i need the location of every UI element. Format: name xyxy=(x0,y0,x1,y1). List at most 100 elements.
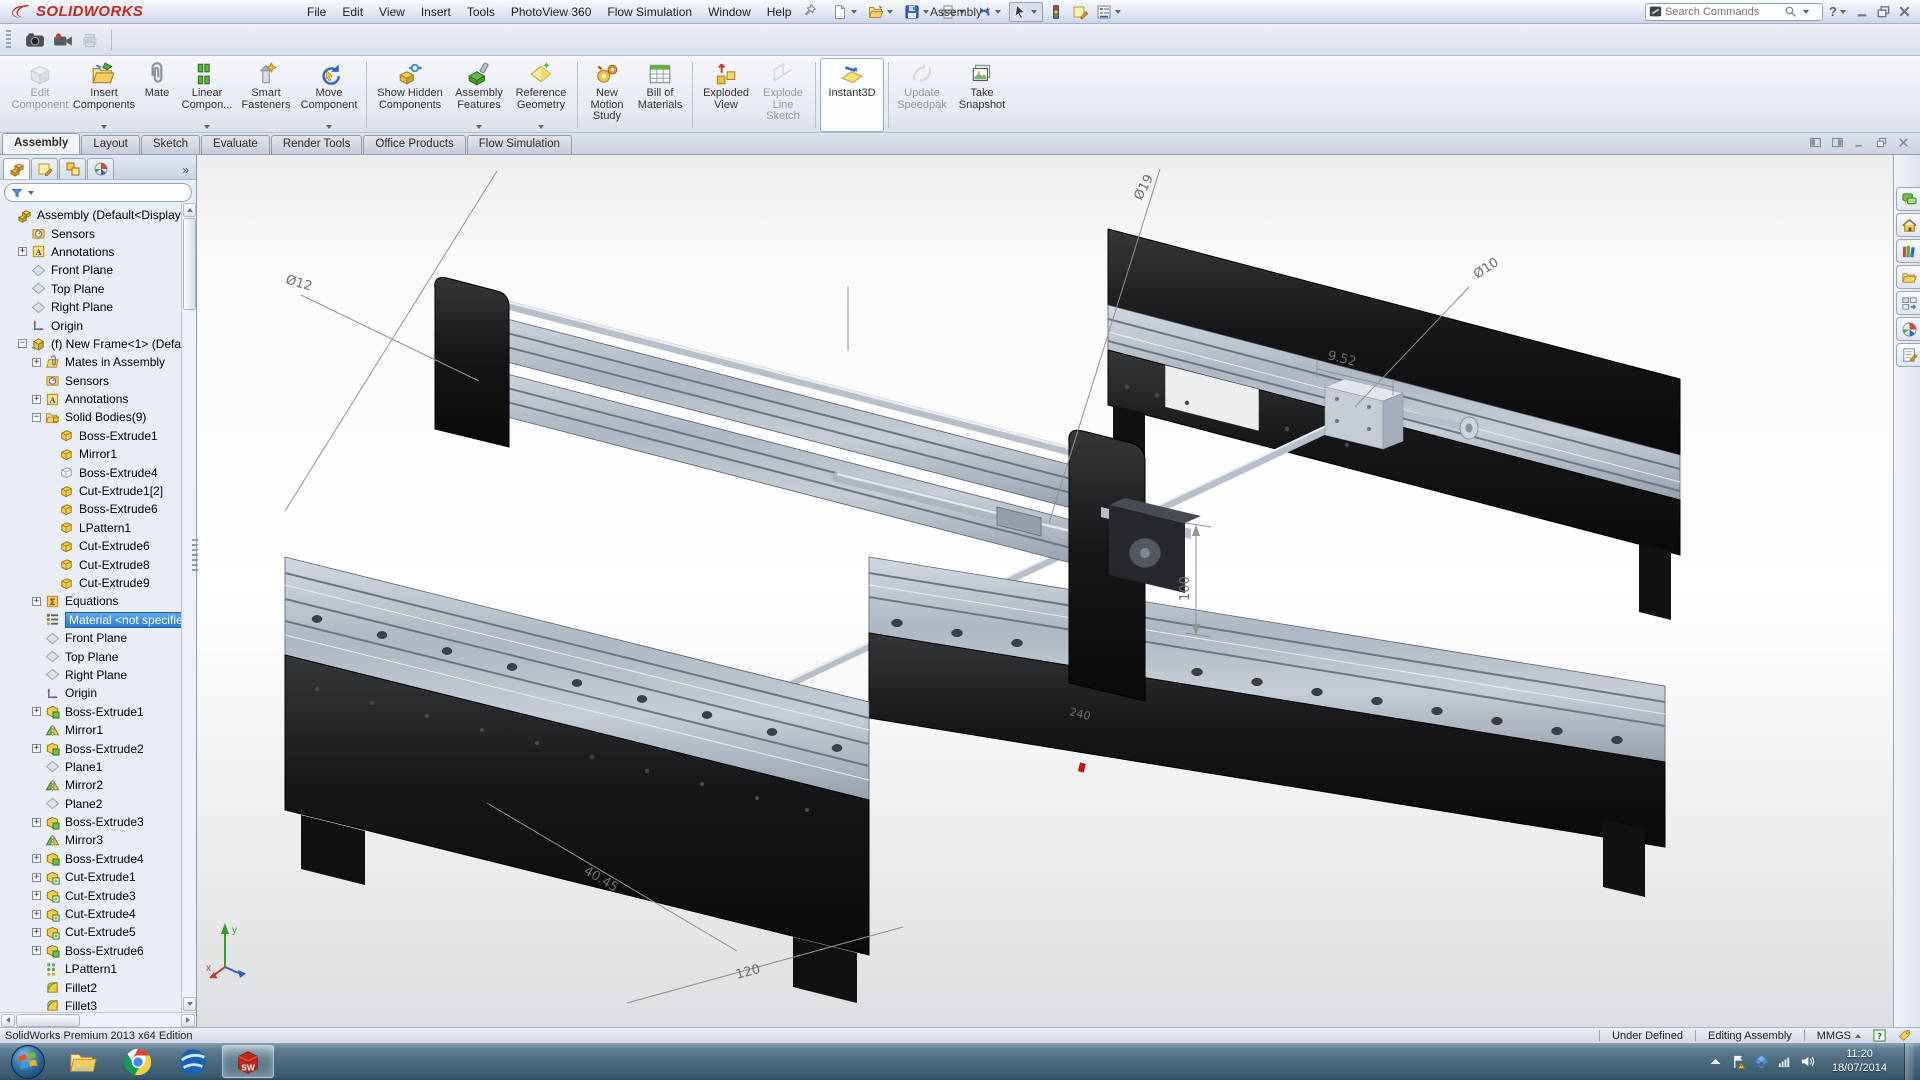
pane-right-icon[interactable] xyxy=(1831,136,1844,149)
tree-item-sensors[interactable]: Sensors xyxy=(0,224,196,242)
taskpane-tp-props[interactable] xyxy=(1896,343,1920,367)
doc-close-icon[interactable] xyxy=(1897,136,1910,149)
expand-plus-box[interactable]: + xyxy=(32,910,41,919)
tree-item-front-plane[interactable]: Front Plane xyxy=(0,629,196,647)
expand-minus-box[interactable]: − xyxy=(32,413,41,422)
tree-item-sensors[interactable]: Sensors xyxy=(0,372,196,390)
tree-item-boss-extrude1[interactable]: Boss-Extrude1 xyxy=(0,427,196,445)
tree-item-solid-bodies-9[interactable]: −Solid Bodies(9) xyxy=(0,408,196,426)
expand-plus-box[interactable]: + xyxy=(32,358,41,367)
minimize-button[interactable] xyxy=(1855,4,1870,19)
ribbon-edit-component[interactable]: Edit Component xyxy=(8,58,72,132)
tree-item-annotations[interactable]: +AAnnotations xyxy=(0,243,196,261)
tree-item-f-new-frame-1-defau[interactable]: −(f) New Frame<1> (Defau xyxy=(0,335,196,353)
expand-plus-box[interactable]: + xyxy=(32,854,41,863)
units-selector[interactable]: MMGS xyxy=(1817,1030,1861,1042)
expand-plus-box[interactable]: + xyxy=(32,891,41,900)
tree-item-boss-extrude1[interactable]: +Boss-Extrude1 xyxy=(0,703,196,721)
expand-plus-box[interactable]: + xyxy=(32,928,41,937)
tree-item-boss-extrude6[interactable]: +Boss-Extrude6 xyxy=(0,942,196,960)
taskbar-start-orb[interactable] xyxy=(2,1045,54,1078)
tab-assembly[interactable]: Assembly xyxy=(2,133,80,154)
ribbon-linear-compon-caret[interactable] xyxy=(204,125,210,129)
tree-item-plane1[interactable]: Plane1 xyxy=(0,758,196,776)
taskpane-tp-forum[interactable] xyxy=(1896,187,1920,211)
tab-feature-manager[interactable] xyxy=(3,158,30,179)
doc-restore-icon[interactable] xyxy=(1875,136,1888,149)
menu-help[interactable]: Help xyxy=(759,3,800,21)
tray-volume-icon[interactable] xyxy=(1800,1054,1815,1069)
ribbon-move-component[interactable]: Move Component xyxy=(296,58,362,132)
expand-plus-box[interactable]: + xyxy=(32,873,41,882)
open-doc-button[interactable] xyxy=(865,2,899,22)
tab-office-products[interactable]: Office Products xyxy=(363,135,465,154)
ribbon-assembly-features-caret[interactable] xyxy=(476,125,482,129)
tree-item-cut-extrude3[interactable]: +Cut-Extrude3 xyxy=(0,886,196,904)
tray-network-icon[interactable] xyxy=(1777,1054,1792,1069)
tree-item-mirror1[interactable]: Mirror1 xyxy=(0,721,196,739)
tree-item-mates-in-assembly[interactable]: +Mates in Assembly xyxy=(0,353,196,371)
taskpane-tp-library[interactable] xyxy=(1896,239,1920,263)
manager-tabs-overflow[interactable]: » xyxy=(182,163,193,179)
menu-edit[interactable]: Edit xyxy=(334,3,371,21)
tree-item-right-plane[interactable]: Right Plane xyxy=(0,298,196,316)
tree-item-top-plane[interactable]: Top Plane xyxy=(0,280,196,298)
taskpane-tp-home[interactable] xyxy=(1896,213,1920,237)
3d-model-view[interactable]: Ø12 Ø19 Ø10 9.52 100 240 40.45 120 xyxy=(197,155,1893,1027)
file-props-button[interactable] xyxy=(1069,2,1091,22)
rebuild-button[interactable] xyxy=(1045,2,1067,22)
tree-item-boss-extrude3[interactable]: +Boss-Extrude3 xyxy=(0,813,196,831)
ribbon-instant3d[interactable]: Instant3D xyxy=(820,58,884,132)
tab-sketch[interactable]: Sketch xyxy=(141,135,200,154)
tree-item-material-not-specifie[interactable]: Material <not specifie xyxy=(0,611,196,629)
tab-property-manager[interactable] xyxy=(31,158,58,179)
vscroll-thumb[interactable] xyxy=(183,218,196,310)
ribbon-update-speedpak[interactable]: Update Speedpak xyxy=(893,58,951,132)
ribbon-reference-geometry-caret[interactable] xyxy=(538,125,544,129)
hscroll-thumb[interactable] xyxy=(16,1014,80,1027)
video-capture-icon[interactable] xyxy=(53,32,73,48)
tab-configuration-manager[interactable] xyxy=(59,158,86,179)
menu-view[interactable]: View xyxy=(371,3,413,21)
taskbar-earth-app[interactable] xyxy=(167,1045,219,1078)
search-dropdown-caret[interactable] xyxy=(1803,10,1809,14)
close-button[interactable] xyxy=(1897,4,1912,19)
expand-plus-box[interactable]: + xyxy=(18,247,27,256)
help-button[interactable]: ? xyxy=(1829,4,1849,19)
tree-filter[interactable] xyxy=(4,183,192,202)
taskbar-solidworks-app[interactable]: SW xyxy=(222,1045,274,1078)
ribbon-reference-geometry[interactable]: Reference Geometry xyxy=(509,58,573,132)
ribbon-explode-line-sketch[interactable]: Explode Line Sketch xyxy=(755,58,811,132)
ribbon-exploded-view[interactable]: Exploded View xyxy=(697,58,755,132)
select-cursor-dropdown-caret[interactable] xyxy=(1031,10,1037,14)
tree-item-origin[interactable]: Origin xyxy=(0,684,196,702)
tree-item-boss-extrude2[interactable]: +Boss-Extrude2 xyxy=(0,739,196,757)
undo-dropdown-caret[interactable] xyxy=(995,10,1001,14)
ribbon-mate[interactable]: Mate xyxy=(136,58,178,132)
tree-item-mirror1[interactable]: Mirror1 xyxy=(0,445,196,463)
graphics-viewport[interactable]: Ø12 Ø19 Ø10 9.52 100 240 40.45 120 xyxy=(197,155,1893,1027)
ribbon-smart-fasteners[interactable]: Smart Fasteners xyxy=(236,58,296,132)
taskpane-tp-explorer[interactable] xyxy=(1896,265,1920,289)
tree-item-front-plane[interactable]: Front Plane xyxy=(0,261,196,279)
menu-photoview-360[interactable]: PhotoView 360 xyxy=(503,3,600,21)
options-list-button[interactable] xyxy=(1093,2,1127,22)
show-desktop-button[interactable] xyxy=(1904,1043,1914,1080)
doc-minimize-icon[interactable] xyxy=(1853,136,1866,149)
tree-item-cut-extrude6[interactable]: Cut-Extrude6 xyxy=(0,537,196,555)
tree-item-annotations[interactable]: +AAnnotations xyxy=(0,390,196,408)
ribbon-insert-components[interactable]: Insert Components xyxy=(72,58,136,132)
status-help-icon[interactable]: ? xyxy=(1873,1029,1886,1042)
tree-item-cut-extrude4[interactable]: +Cut-Extrude4 xyxy=(0,905,196,923)
ribbon-insert-components-caret[interactable] xyxy=(101,125,107,129)
expand-plus-box[interactable]: + xyxy=(32,395,41,404)
tree-item-lpattern1[interactable]: LPattern1 xyxy=(0,960,196,978)
image-capture-icon[interactable] xyxy=(25,32,45,48)
tray-dropbox-icon[interactable] xyxy=(1754,1054,1769,1069)
tree-item-cut-extrude8[interactable]: Cut-Extrude8 xyxy=(0,555,196,573)
select-cursor-button[interactable] xyxy=(1009,2,1043,22)
expand-plus-box[interactable]: + xyxy=(32,744,41,753)
tree-item-lpattern1[interactable]: LPattern1 xyxy=(0,519,196,537)
tab-render-tools[interactable]: Render Tools xyxy=(271,135,363,154)
tree-item-mirror2[interactable]: Mirror2 xyxy=(0,776,196,794)
